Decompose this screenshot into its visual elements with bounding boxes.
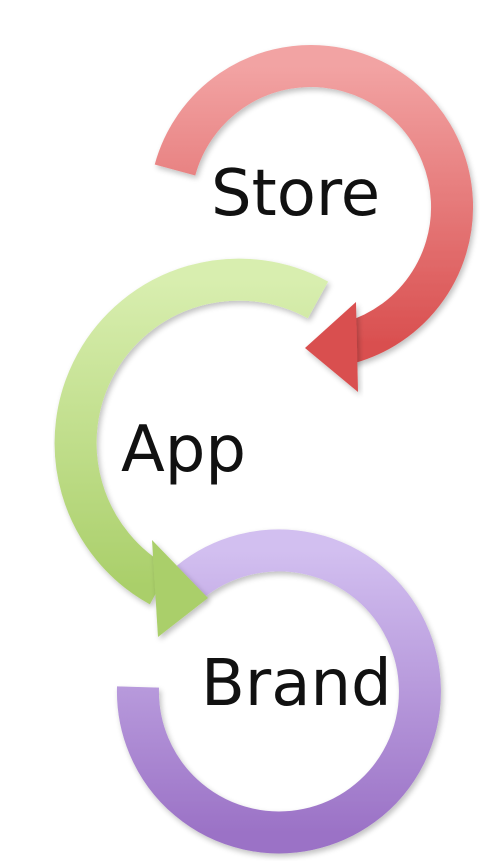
cycle-diagram: Store App Brand bbox=[0, 0, 495, 865]
store-arrowhead bbox=[305, 302, 358, 392]
brand-label: Brand bbox=[201, 647, 392, 721]
cycle-arrows bbox=[54, 45, 474, 854]
app-label: App bbox=[121, 413, 247, 487]
store-label: Store bbox=[211, 157, 381, 231]
